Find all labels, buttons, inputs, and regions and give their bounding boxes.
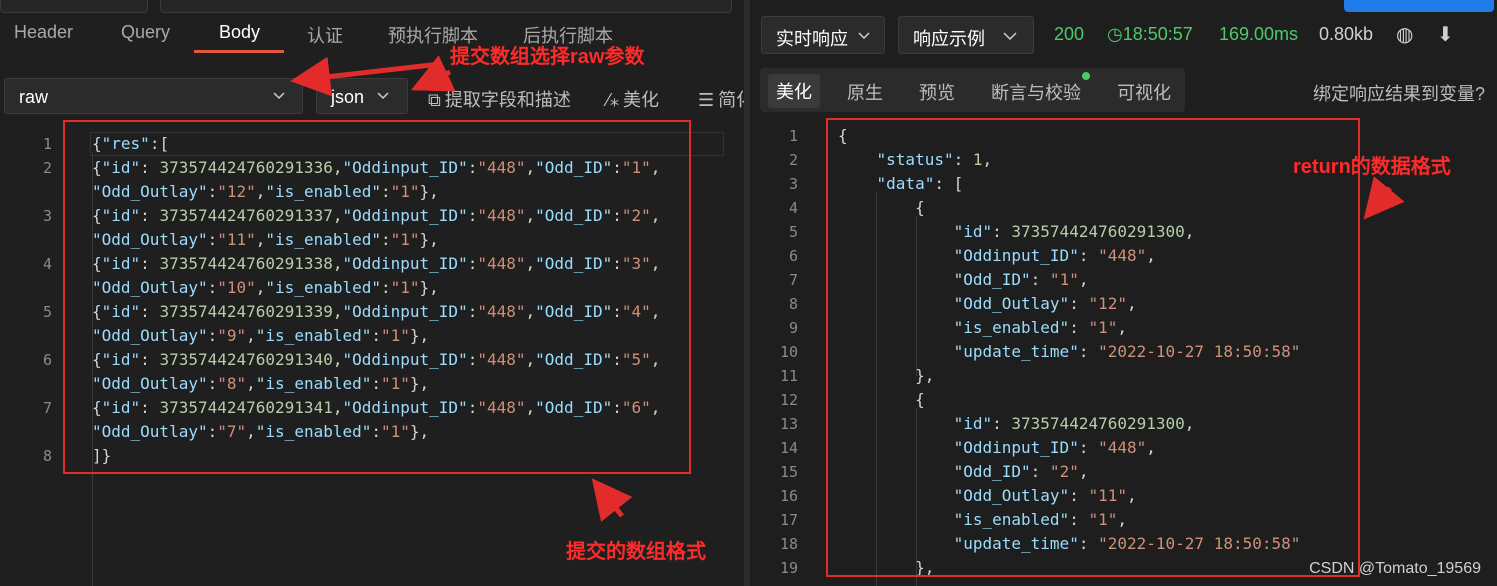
send-button-stub[interactable] — [1344, 0, 1494, 12]
return-format-annotation: return的数据格式 — [1293, 156, 1451, 178]
line-number: 5 — [42, 303, 52, 321]
tab-visualize[interactable]: 可视化 — [1117, 79, 1171, 105]
tab-auth[interactable]: 认证 — [307, 22, 343, 48]
response-mode-select[interactable]: 实时响应 — [761, 16, 885, 54]
line-number: 13 — [779, 415, 798, 433]
top-stub — [0, 0, 148, 13]
line-number: 15 — [779, 463, 798, 481]
line-number: 18 — [779, 535, 798, 553]
response-example-select[interactable]: 响应示例 — [898, 16, 1034, 54]
response-highlight-box — [826, 118, 1360, 577]
chevron-down-icon — [377, 92, 389, 100]
response-time: ◷18:50:57 — [1107, 24, 1193, 44]
list-icon: ☰ — [698, 90, 715, 110]
extract-fields-button[interactable]: ⧉ 提取字段和描述 — [428, 86, 571, 112]
line-number: 19 — [779, 559, 798, 577]
tab-assertions[interactable]: 断言与校验 — [991, 79, 1081, 105]
line-number: 1 — [788, 127, 798, 145]
beautify-button[interactable]: ⁄⁎ 美化 — [607, 86, 659, 112]
line-number: 16 — [779, 487, 798, 505]
request-highlight-box — [63, 120, 691, 474]
tab-raw[interactable]: 原生 — [847, 79, 883, 105]
line-number: 8 — [788, 295, 798, 313]
body-format-value: json — [331, 87, 365, 107]
magic-wand-icon: ⁄⁎ — [607, 90, 620, 110]
body-mode-select[interactable]: raw — [4, 78, 303, 114]
active-tab-indicator — [194, 50, 284, 53]
line-number: 2 — [788, 151, 798, 169]
line-number: 4 — [788, 199, 798, 217]
tab-preview[interactable]: 预览 — [919, 79, 955, 105]
line-number: 6 — [788, 247, 798, 265]
download-icon[interactable]: ⬇ — [1437, 22, 1454, 47]
chevron-down-icon — [1003, 32, 1017, 41]
response-size: 0.80kb — [1319, 24, 1374, 44]
line-number: 11 — [779, 367, 798, 385]
watermark: CSDN @Tomato_19569 — [1309, 560, 1481, 577]
body-format-select[interactable]: json — [316, 78, 408, 114]
response-duration: 169.00ms — [1219, 24, 1299, 44]
tab-body[interactable]: Body — [219, 22, 260, 43]
line-number: 4 — [42, 255, 52, 273]
bind-response-link[interactable]: 绑定响应结果到变量? — [1313, 80, 1485, 106]
submit-format-annotation: 提交的数组格式 — [566, 541, 706, 563]
line-number: 2 — [42, 159, 52, 177]
line-number: 5 — [788, 223, 798, 241]
raw-annotation: 提交数组选择raw参数 — [450, 46, 645, 68]
tab-beautify[interactable]: 美化 — [768, 74, 820, 108]
chevron-down-icon — [273, 92, 285, 100]
assertion-indicator-dot — [1082, 72, 1090, 80]
url-bar-stub[interactable] — [160, 0, 732, 13]
globe-icon[interactable]: ◍ — [1396, 22, 1413, 47]
line-number: 10 — [779, 343, 798, 361]
line-number: 12 — [779, 391, 798, 409]
tab-header[interactable]: Header — [14, 22, 73, 43]
line-number: 3 — [788, 175, 798, 193]
tab-query[interactable]: Query — [121, 22, 170, 43]
line-number: 7 — [788, 271, 798, 289]
clock-icon: ◷ — [1107, 24, 1123, 44]
extract-icon: ⧉ — [428, 90, 441, 110]
line-number: 9 — [788, 319, 798, 337]
body-mode-value: raw — [19, 87, 49, 107]
line-number: 7 — [42, 399, 52, 417]
line-number: 3 — [42, 207, 52, 225]
line-number: 8 — [42, 447, 52, 465]
line-number: 14 — [779, 439, 798, 457]
line-number: 6 — [42, 351, 52, 369]
response-view-tabs: 美化 原生 预览 断言与校验 可视化 — [760, 68, 1185, 112]
line-number: 17 — [779, 511, 798, 529]
chevron-down-icon — [858, 32, 870, 40]
line-number: 1 — [42, 135, 52, 153]
status-code: 200 — [1054, 24, 1085, 44]
